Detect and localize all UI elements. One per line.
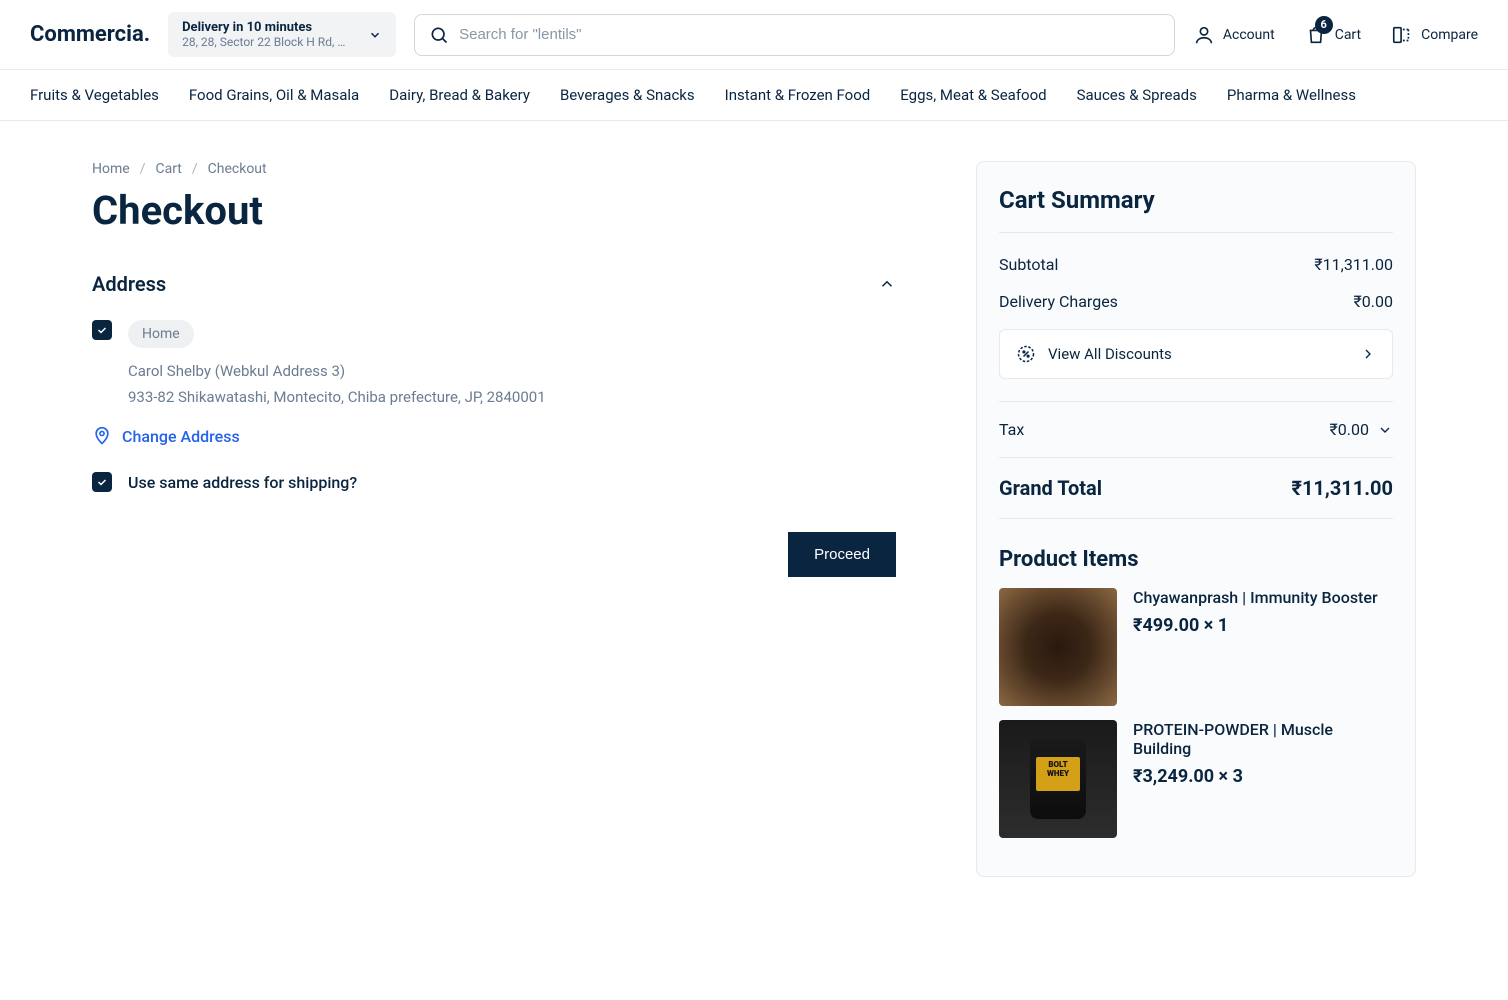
nav-instant-frozen[interactable]: Instant & Frozen Food: [725, 70, 871, 120]
change-address-button[interactable]: Change Address: [92, 426, 896, 446]
crumb-home[interactable]: Home: [92, 161, 130, 177]
cart-label: Cart: [1335, 27, 1361, 43]
check-icon: [96, 324, 108, 336]
grand-total-row: Grand Total ₹11,311.00: [999, 476, 1393, 500]
product-items-title: Product Items: [999, 547, 1393, 572]
product-price: ₹3,249.00 × 3: [1133, 766, 1393, 787]
total-label: Grand Total: [999, 476, 1102, 500]
header-actions: Account 6 Cart Compare: [1193, 24, 1478, 46]
subtotal-value: ₹11,311.00: [1314, 255, 1393, 274]
product-name: PROTEIN-POWDER | Muscle Building: [1133, 720, 1393, 758]
compare-label: Compare: [1421, 27, 1478, 43]
product-price: ₹499.00 × 1: [1133, 615, 1378, 636]
account-label: Account: [1223, 27, 1275, 43]
product-image: [999, 720, 1117, 838]
same-shipping-label: Use same address for shipping?: [128, 473, 357, 492]
crumb-current: Checkout: [208, 161, 267, 177]
tax-row[interactable]: Tax ₹0.00: [999, 420, 1393, 439]
product-item: Chyawanprash | Immunity Booster ₹499.00 …: [999, 588, 1393, 706]
cart-link[interactable]: 6 Cart: [1305, 24, 1361, 46]
search-box[interactable]: [414, 14, 1175, 56]
page-title: Checkout: [92, 187, 896, 234]
search-icon: [429, 25, 449, 45]
address-name: Carol Shelby (Webkul Address 3): [128, 362, 896, 380]
address-radio-checked[interactable]: [92, 320, 112, 340]
proceed-button[interactable]: Proceed: [788, 532, 896, 577]
discount-icon: [1016, 344, 1036, 364]
delivery-value: ₹0.00: [1354, 292, 1393, 311]
nav-fruits-vegetables[interactable]: Fruits & Vegetables: [30, 70, 159, 120]
summary-title: Cart Summary: [999, 186, 1393, 233]
search-input[interactable]: [459, 26, 1160, 43]
search-wrap: [414, 14, 1175, 56]
nav-sauces-spreads[interactable]: Sauces & Spreads: [1077, 70, 1197, 120]
address-type-badge: Home: [128, 320, 194, 348]
cart-icon-wrap: 6: [1305, 24, 1327, 46]
product-info: PROTEIN-POWDER | Muscle Building ₹3,249.…: [1133, 720, 1393, 838]
tax-value-wrap: ₹0.00: [1330, 420, 1393, 439]
view-discounts-button[interactable]: View All Discounts: [999, 329, 1393, 379]
brand-logo[interactable]: Commercia.: [30, 22, 150, 47]
chevron-down-icon: [1377, 422, 1393, 438]
category-nav: Fruits & Vegetables Food Grains, Oil & M…: [0, 69, 1508, 121]
chevron-right-icon: [1360, 346, 1376, 362]
account-link[interactable]: Account: [1193, 24, 1275, 46]
divider: [999, 518, 1393, 519]
delivery-label: Delivery Charges: [999, 292, 1118, 311]
cart-summary: Cart Summary Subtotal ₹11,311.00 Deliver…: [976, 161, 1416, 877]
compare-icon: [1391, 24, 1413, 46]
breadcrumb: Home / Cart / Checkout: [92, 161, 896, 177]
address-details: Carol Shelby (Webkul Address 3) 933-82 S…: [92, 362, 896, 406]
product-item: PROTEIN-POWDER | Muscle Building ₹3,249.…: [999, 720, 1393, 838]
tax-label: Tax: [999, 420, 1024, 439]
same-shipping-row: Use same address for shipping?: [92, 472, 896, 492]
delivery-row: Delivery Charges ₹0.00: [999, 292, 1393, 311]
address-heading: Address: [92, 272, 166, 296]
chevron-up-icon: [878, 275, 896, 293]
nav-food-grains[interactable]: Food Grains, Oil & Masala: [189, 70, 359, 120]
product-image: [999, 588, 1117, 706]
page-container: Home / Cart / Checkout Checkout Address …: [34, 121, 1474, 917]
proceed-wrap: Proceed: [92, 532, 896, 577]
chevron-down-icon: [368, 28, 382, 42]
crumb-sep: /: [192, 161, 198, 177]
tax-value: ₹0.00: [1330, 420, 1369, 439]
delivery-selector[interactable]: Delivery in 10 minutes 28, 28, Sector 22…: [168, 12, 396, 57]
nav-eggs-meat[interactable]: Eggs, Meat & Seafood: [900, 70, 1046, 120]
nav-dairy-bread[interactable]: Dairy, Bread & Bakery: [389, 70, 530, 120]
crumb-cart[interactable]: Cart: [155, 161, 181, 177]
change-address-label: Change Address: [122, 427, 240, 446]
site-header: Commercia. Delivery in 10 minutes 28, 28…: [0, 0, 1508, 69]
nav-pharma-wellness[interactable]: Pharma & Wellness: [1227, 70, 1356, 120]
subtotal-label: Subtotal: [999, 255, 1058, 274]
subtotal-row: Subtotal ₹11,311.00: [999, 255, 1393, 274]
compare-link[interactable]: Compare: [1391, 24, 1478, 46]
checkout-main: Home / Cart / Checkout Checkout Address …: [92, 161, 896, 877]
check-icon: [96, 476, 108, 488]
same-shipping-checkbox[interactable]: [92, 472, 112, 492]
delivery-address: 28, 28, Sector 22 Block H Rd, H Bloc...: [182, 35, 352, 49]
total-value: ₹11,311.00: [1291, 476, 1393, 500]
user-icon: [1193, 24, 1215, 46]
delivery-text: Delivery in 10 minutes 28, 28, Sector 22…: [182, 20, 352, 49]
divider: [999, 401, 1393, 402]
divider: [999, 457, 1393, 458]
product-info: Chyawanprash | Immunity Booster ₹499.00 …: [1133, 588, 1378, 706]
cart-count-badge: 6: [1315, 16, 1333, 34]
location-pin-icon: [92, 426, 112, 446]
address-full: 933-82 Shikawatashi, Montecito, Chiba pr…: [128, 388, 896, 406]
product-name: Chyawanprash | Immunity Booster: [1133, 588, 1378, 607]
nav-beverages-snacks[interactable]: Beverages & Snacks: [560, 70, 695, 120]
discounts-label: View All Discounts: [1048, 345, 1172, 363]
address-section-toggle[interactable]: Address: [92, 272, 896, 296]
cart-summary-panel: Cart Summary Subtotal ₹11,311.00 Deliver…: [976, 161, 1416, 877]
address-option[interactable]: Home: [92, 320, 896, 348]
crumb-sep: /: [140, 161, 146, 177]
delivery-time: Delivery in 10 minutes: [182, 20, 352, 35]
